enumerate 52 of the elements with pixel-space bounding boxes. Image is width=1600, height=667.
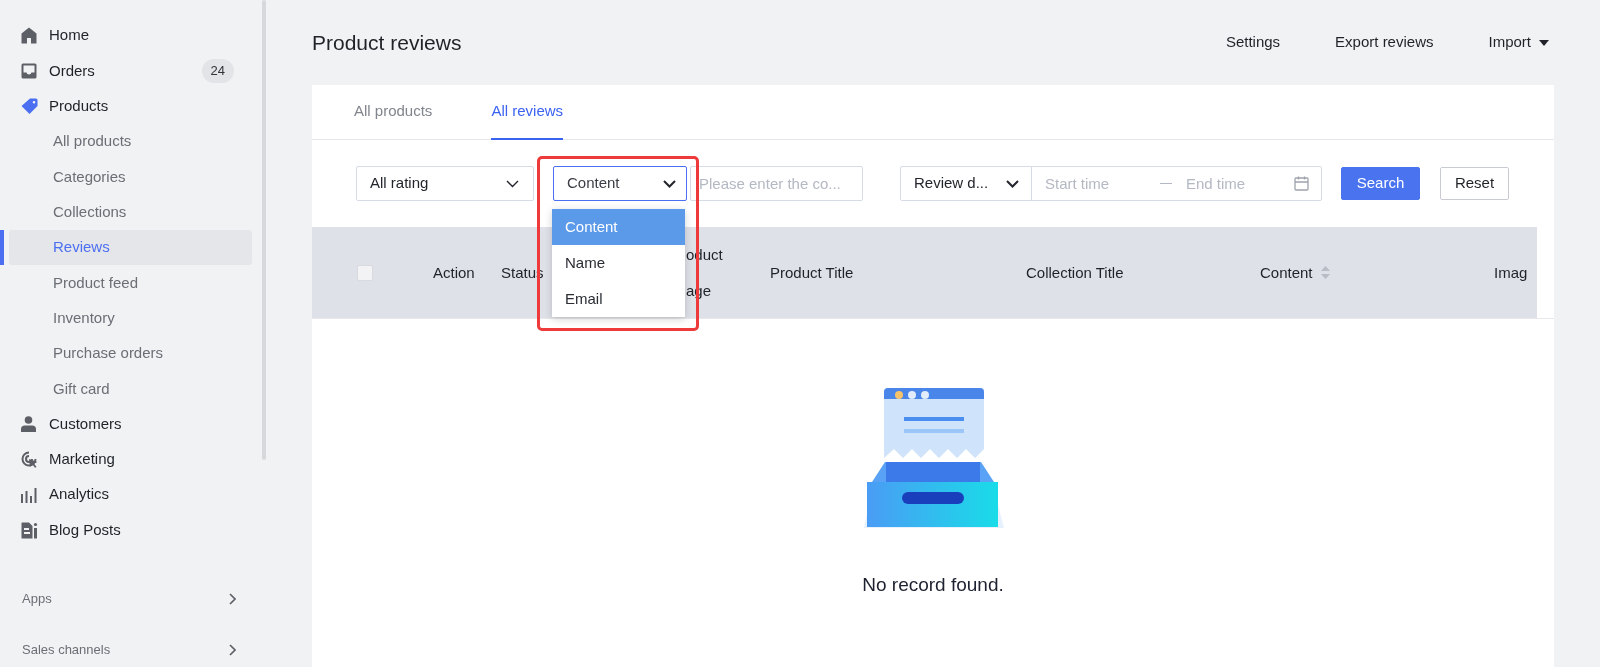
select-all-checkbox[interactable] <box>357 264 373 281</box>
start-time-field[interactable]: Start time <box>1032 167 1150 200</box>
header-link[interactable]: Settings <box>1225 31 1281 54</box>
sidebar-subitem[interactable]: Collections <box>9 194 252 230</box>
column-header: Collection Title <box>1026 262 1124 283</box>
reset-button[interactable]: Reset <box>1440 167 1509 200</box>
tab[interactable]: All reviews <box>491 85 564 140</box>
column-header: Imag <box>1494 262 1528 283</box>
sidebar-section[interactable]: Apps <box>0 581 262 617</box>
end-time-field[interactable]: End time <box>1182 167 1292 200</box>
import-menu-button[interactable]: Import <box>1488 31 1549 54</box>
dropdown-option[interactable]: Name <box>552 245 685 281</box>
count-badge: 24 <box>201 59 234 83</box>
sort-icon <box>1320 266 1330 279</box>
column-header: Product Title <box>770 262 854 283</box>
sidebar-subitem[interactable]: Gift card <box>9 371 252 407</box>
date-type-select[interactable]: Review d... <box>901 167 1032 200</box>
sidebar-item[interactable]: Analytics <box>0 477 262 513</box>
sidebar-item[interactable]: Marketing <box>0 441 262 478</box>
column-header: Action <box>433 262 475 283</box>
calendar-icon <box>1294 176 1309 191</box>
dropdown-option[interactable]: Email <box>552 281 685 317</box>
sidebar-subitem[interactable]: Product feed <box>9 265 252 301</box>
date-filter-group[interactable]: Review d... Start time End time <box>900 166 1322 201</box>
sidebar-item[interactable]: Orders 24 <box>0 53 262 89</box>
chevron-down-icon <box>506 179 519 188</box>
field-select[interactable]: Content <box>553 166 687 201</box>
active-indicator <box>0 229 4 266</box>
sidebar-item[interactable]: Blog Posts <box>0 512 262 548</box>
sidebar-subitem[interactable]: Reviews <box>9 230 252 266</box>
range-dash <box>1160 183 1172 184</box>
sidebar-subitem[interactable]: Inventory <box>9 300 252 336</box>
sidebar-item[interactable]: Customers <box>0 406 262 442</box>
chevron-right-icon <box>229 593 236 605</box>
search-button[interactable]: Search <box>1341 167 1420 200</box>
page-title: Product reviews <box>312 29 462 56</box>
empty-message: No record found. <box>862 573 1004 597</box>
rating-select[interactable]: All rating <box>356 166 534 201</box>
keyword-field[interactable]: Please enter the co... <box>690 166 863 201</box>
sidebar-section[interactable]: Sales channels <box>0 632 262 667</box>
caret-down-icon <box>1539 39 1549 46</box>
sidebar-item[interactable]: Home <box>0 18 262 54</box>
sidebar-subitem[interactable]: Purchase orders <box>9 335 252 371</box>
sidebar-subitem[interactable]: All products <box>9 124 252 160</box>
chevron-right-icon <box>229 643 236 656</box>
chevron-down-icon <box>663 179 676 188</box>
column-header[interactable]: Content <box>1260 254 1330 291</box>
chevron-down-icon <box>1006 179 1019 188</box>
sidebar-item[interactable]: Products <box>0 88 262 124</box>
sidebar-subitem[interactable]: Categories <box>9 159 252 195</box>
header-link[interactable]: Export reviews <box>1335 31 1434 54</box>
tab[interactable]: All products <box>354 85 433 140</box>
